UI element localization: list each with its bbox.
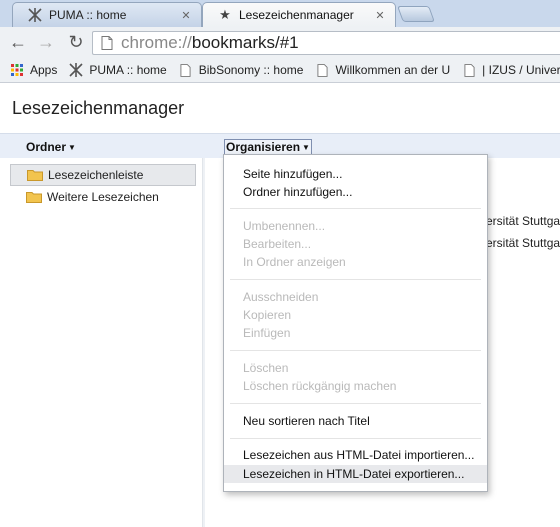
address-bar[interactable]: chrome://bookmarks/#1 <box>92 31 560 55</box>
menu-separator <box>230 279 481 280</box>
url-path: bookmarks/#1 <box>191 33 299 52</box>
folders-menu-button[interactable]: Ordner ▼ <box>26 140 76 154</box>
menu-separator <box>230 208 481 209</box>
tree-item-label: Weitere Lesezeichen <box>47 190 159 204</box>
close-icon[interactable]: ✕ <box>373 9 387 22</box>
menu-item-rename[interactable]: Umbenennen... <box>224 217 487 235</box>
puma-icon <box>27 7 43 23</box>
bookmark-apps[interactable]: Apps <box>4 59 63 81</box>
page-icon <box>99 35 115 51</box>
puma-icon <box>69 63 83 77</box>
new-tab-button[interactable] <box>397 6 435 22</box>
menu-item-edit[interactable]: Bearbeiten... <box>224 235 487 253</box>
bookmark-puma-home[interactable]: PUMA :: home <box>63 59 172 81</box>
menu-separator <box>230 403 481 404</box>
menu-item-undo-delete[interactable]: Löschen rückgängig machen <box>224 377 487 395</box>
tab-title: Lesezeichenmanager <box>239 8 354 22</box>
bookmark-label: Apps <box>30 63 58 77</box>
pane-divider[interactable] <box>202 158 205 527</box>
page-title: Lesezeichenmanager <box>12 98 185 118</box>
bookmark-label: | IZUS / Univer <box>482 63 560 77</box>
menu-item-export-html[interactable]: Lesezeichen in HTML-Datei exportieren... <box>224 465 487 483</box>
caret-down-icon: ▼ <box>302 143 310 152</box>
menu-item-show-in-folder[interactable]: In Ordner anzeigen <box>224 253 487 271</box>
folder-tree: Lesezeichenleiste Weitere Lesezeichen <box>10 164 196 208</box>
menu-separator <box>230 350 481 351</box>
menu-item-add-page[interactable]: Seite hinzufügen... <box>224 165 487 183</box>
tree-item-other-bookmarks[interactable]: Weitere Lesezeichen <box>10 186 196 208</box>
menu-separator <box>230 438 481 439</box>
forward-arrow-icon[interactable]: → <box>34 32 58 54</box>
menu-item-sort-by-title[interactable]: Neu sortieren nach Titel <box>224 412 487 430</box>
folder-icon <box>26 191 42 203</box>
toolbar: ← → ↻ chrome://bookmarks/#1 <box>0 27 560 58</box>
bookmarks-bar: Apps PUMA :: home BibSonomy :: home Will… <box>0 58 560 83</box>
bookmark-list-item[interactable]: versität Stuttga <box>480 214 560 228</box>
page-icon <box>462 63 476 77</box>
bookmark-bibsonomy[interactable]: BibSonomy :: home <box>173 59 310 81</box>
menu-item-paste[interactable]: Einfügen <box>224 324 487 342</box>
bookmark-label: PUMA :: home <box>89 63 167 77</box>
organize-menu-button[interactable]: Organisieren ▼ <box>224 139 312 155</box>
bookmark-izus[interactable]: | IZUS / Univer <box>456 59 560 81</box>
tab-title: PUMA :: home <box>49 8 127 22</box>
reload-icon[interactable]: ↻ <box>64 32 88 54</box>
tab-strip: PUMA :: home ✕ ★ Lesezeichenmanager ✕ <box>0 0 560 27</box>
bookmark-list-item[interactable]: versität Stuttga <box>480 236 560 250</box>
tab-puma-home[interactable]: PUMA :: home ✕ <box>12 2 202 27</box>
organize-menu-label: Organisieren <box>226 140 301 154</box>
page-icon <box>179 63 193 77</box>
caret-down-icon: ▼ <box>68 143 76 152</box>
apps-grid-icon <box>10 63 24 77</box>
page-icon <box>315 63 329 77</box>
menu-item-delete[interactable]: Löschen <box>224 359 487 377</box>
bookmark-willkommen[interactable]: Willkommen an der U <box>309 59 456 81</box>
menu-item-cut[interactable]: Ausschneiden <box>224 288 487 306</box>
close-icon[interactable]: ✕ <box>179 9 193 22</box>
menu-item-copy[interactable]: Kopieren <box>224 306 487 324</box>
folder-icon <box>27 169 43 181</box>
tab-bookmark-manager[interactable]: ★ Lesezeichenmanager ✕ <box>202 2 396 27</box>
folders-menu-label: Ordner <box>26 140 67 154</box>
star-icon: ★ <box>219 7 231 22</box>
menu-item-add-folder[interactable]: Ordner hinzufügen... <box>224 183 487 201</box>
url-scheme: chrome:// <box>121 33 192 52</box>
organize-dropdown-menu: Seite hinzufügen... Ordner hinzufügen...… <box>223 154 488 492</box>
menu-item-import-html[interactable]: Lesezeichen aus HTML-Datei importieren..… <box>224 446 487 464</box>
bookmark-label: BibSonomy :: home <box>198 63 304 77</box>
tree-item-bookmarks-bar[interactable]: Lesezeichenleiste <box>10 164 196 186</box>
tree-item-label: Lesezeichenleiste <box>48 168 144 182</box>
bookmark-label: Willkommen an der U <box>335 63 451 77</box>
back-arrow-icon[interactable]: ← <box>6 32 30 54</box>
